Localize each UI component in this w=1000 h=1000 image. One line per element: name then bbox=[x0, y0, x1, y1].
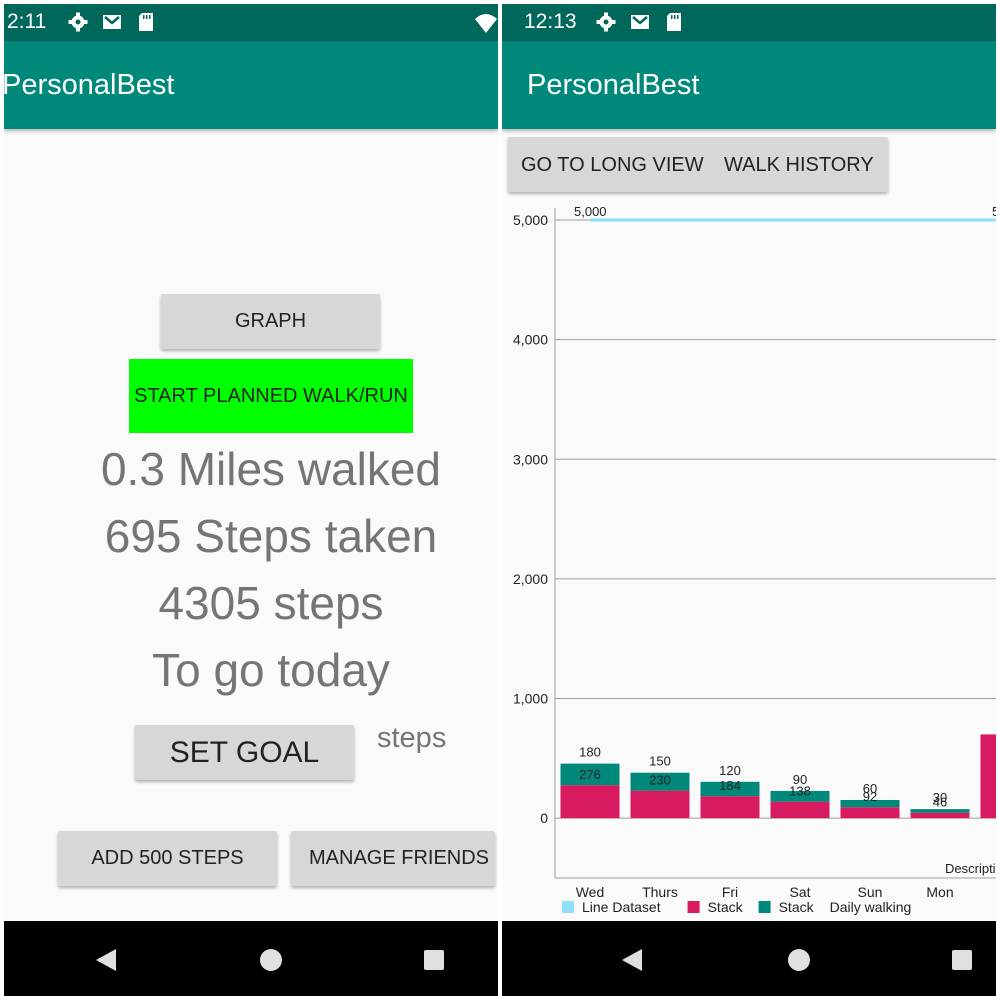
bar-stack-bottom bbox=[700, 796, 760, 819]
data-label: 120 bbox=[719, 763, 741, 778]
chart-button-bar: GO TO LONG VIEW WALK HISTORY bbox=[508, 137, 888, 192]
y-tick-label: 3,000 bbox=[513, 451, 548, 467]
gmail-icon bbox=[103, 15, 121, 29]
legend-swatch bbox=[687, 901, 700, 913]
manage-friends-button[interactable]: MANAGE FRIENDS bbox=[291, 831, 495, 886]
legend-label: Daily walking bbox=[830, 899, 912, 915]
wifi-icon bbox=[475, 14, 497, 33]
y-tick-label: 1,000 bbox=[513, 691, 548, 707]
y-tick-label: 0 bbox=[540, 810, 548, 826]
status-time: 12:13 bbox=[524, 10, 577, 33]
long-view-button[interactable]: GO TO LONG VIEW bbox=[521, 154, 704, 177]
right-phone-screen: 12:13 PersonalBest GO TO LONG VIEW WALK … bbox=[502, 4, 996, 996]
steps-remaining-text: 4305 steps bbox=[158, 577, 384, 629]
x-tick-label: Mon bbox=[926, 884, 953, 900]
app-bar: PersonalBest bbox=[4, 41, 498, 129]
y-tick-label: 2,000 bbox=[513, 571, 548, 587]
gmail-icon bbox=[631, 15, 649, 29]
status-time: 2:11 bbox=[7, 10, 47, 33]
y-tick-label: 4,000 bbox=[513, 332, 548, 348]
legend-label: Stack bbox=[779, 899, 815, 915]
bar-stack-bottom bbox=[980, 734, 996, 819]
legend-label: Stack bbox=[708, 899, 744, 915]
app-title: PersonalBest bbox=[4, 69, 175, 101]
start-planned-walk-button[interactable]: START PLANNED WALK/RUN bbox=[129, 359, 413, 433]
chart-description: Descriptio bbox=[945, 861, 996, 876]
x-tick-label: Sun bbox=[858, 884, 883, 900]
legend-label: Line Dataset bbox=[582, 899, 661, 915]
to-go-today-text: To go today bbox=[152, 644, 390, 696]
data-label: 184 bbox=[719, 778, 741, 793]
app-bar: PersonalBest bbox=[502, 41, 996, 129]
home-icon[interactable] bbox=[788, 949, 810, 971]
data-label: 180 bbox=[579, 745, 601, 760]
navigation-bar bbox=[502, 921, 996, 996]
home-icon[interactable] bbox=[260, 949, 282, 971]
data-label: 92 bbox=[863, 789, 877, 804]
recents-icon[interactable] bbox=[952, 950, 972, 970]
navigation-bar bbox=[4, 921, 498, 996]
back-icon[interactable] bbox=[96, 949, 116, 971]
line-data-label: 5,000 bbox=[574, 204, 607, 219]
bar-stack-bottom bbox=[910, 812, 970, 819]
goal-steps-input[interactable]: steps bbox=[377, 722, 446, 755]
back-icon[interactable] bbox=[622, 949, 642, 971]
sd-card-icon bbox=[139, 13, 153, 31]
app-title: PersonalBest bbox=[527, 69, 700, 101]
x-tick-label: Fri bbox=[722, 884, 738, 900]
add-500-steps-button[interactable]: ADD 500 STEPS bbox=[58, 831, 277, 886]
data-label: 276 bbox=[579, 767, 601, 782]
data-label: 138 bbox=[789, 784, 811, 799]
data-label: 150 bbox=[649, 754, 671, 769]
data-label: 46 bbox=[933, 795, 947, 810]
x-tick-label: Wed bbox=[576, 884, 605, 900]
legend-swatch bbox=[562, 901, 574, 913]
bar-stack-bottom bbox=[770, 801, 830, 819]
steps-chart: 0 1,000 2,000 3,000 4,000 5,000 180 276 Wed 150 23… bbox=[513, 204, 996, 915]
legend-swatch bbox=[758, 901, 771, 913]
bar-stack-bottom bbox=[630, 790, 690, 819]
bar-stack-bottom bbox=[560, 785, 620, 819]
bar-stack-bottom bbox=[840, 807, 900, 819]
steps-taken-text: 695 Steps taken bbox=[104, 510, 438, 562]
left-phone-screen: 2:11 PersonalBest GRAPH START PLANNED WA… bbox=[4, 4, 498, 996]
y-tick-label: 5,000 bbox=[513, 212, 548, 228]
x-tick-label: Sat bbox=[789, 884, 810, 900]
sd-card-icon bbox=[667, 13, 681, 31]
data-label: 230 bbox=[649, 773, 671, 788]
walk-history-button[interactable]: WALK HISTORY bbox=[724, 154, 874, 177]
x-tick-label: Thurs bbox=[642, 884, 678, 900]
settings-icon bbox=[596, 12, 616, 32]
settings-icon bbox=[68, 12, 88, 32]
recents-icon[interactable] bbox=[424, 950, 444, 970]
status-bar: 12:13 bbox=[502, 4, 996, 41]
graph-button[interactable]: GRAPH bbox=[161, 294, 380, 349]
miles-walked-text: 0.3 Miles walked bbox=[100, 443, 442, 495]
set-goal-button[interactable]: SET GOAL bbox=[135, 725, 354, 780]
line-data-label: 5 bbox=[992, 204, 996, 219]
status-bar: 2:11 bbox=[4, 4, 498, 41]
